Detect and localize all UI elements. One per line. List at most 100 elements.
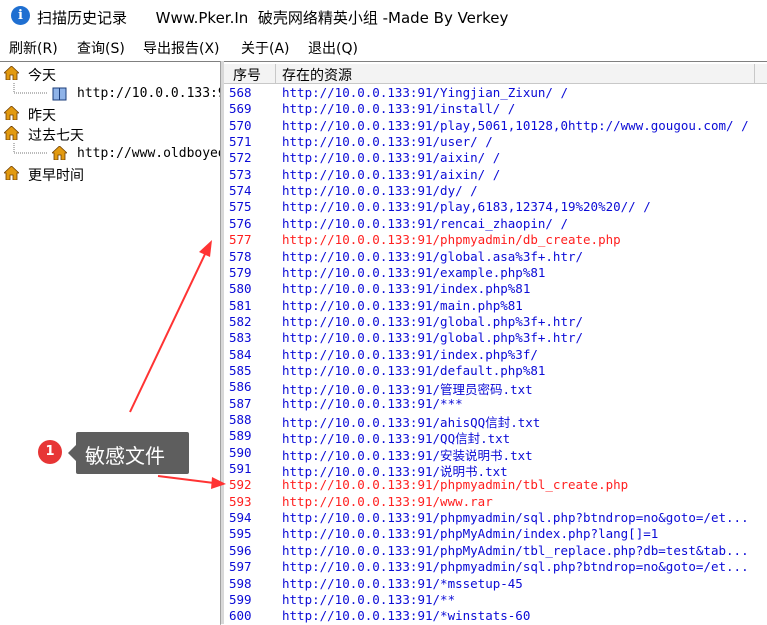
table-row[interactable]: 598 http://10.0.0.133:91/*mssetup-45 xyxy=(224,576,767,592)
house-icon xyxy=(4,66,19,80)
row-index: 587 xyxy=(229,395,252,411)
annotation-label: 敏感文件 xyxy=(85,444,165,468)
table-row[interactable]: 588 http://10.0.0.133:91/ahisQQ信封.txt xyxy=(224,412,767,430)
table-row[interactable]: 591 http://10.0.0.133:91/说明书.txt xyxy=(224,461,767,479)
table-row[interactable]: 584 http://10.0.0.133:91/index.php%3f/ xyxy=(224,347,767,363)
row-index: 572 xyxy=(229,150,252,166)
row-resource-url: http://10.0.0.133:91/index.php%81 xyxy=(282,281,531,297)
table-row[interactable]: 580 http://10.0.0.133:91/index.php%81 xyxy=(224,281,767,297)
house-icon xyxy=(4,106,19,120)
row-index: 600 xyxy=(229,608,252,624)
row-resource-url: http://10.0.0.133:91/global.php%3f+.htr/ xyxy=(282,330,584,346)
table-row[interactable]: 581 http://10.0.0.133:91/main.php%81 xyxy=(224,298,767,314)
title-bar: i 扫描历史记录 Www.Pker.In 破壳网络精英小组 -Made By V… xyxy=(0,0,767,33)
row-index: 581 xyxy=(229,297,252,313)
row-index: 579 xyxy=(229,264,252,280)
table-row[interactable]: 589 http://10.0.0.133:91/QQ信封.txt xyxy=(224,428,767,446)
column-divider[interactable] xyxy=(275,64,276,83)
row-index: 569 xyxy=(229,101,252,117)
table-row[interactable]: 568 http://10.0.0.133:91/Yingjian_Zixun/ … xyxy=(224,85,767,101)
row-index: 599 xyxy=(229,591,252,607)
menu-export-report[interactable]: 导出报告(X) xyxy=(143,38,220,58)
row-resource-url: http://10.0.0.133:91/dy/ / xyxy=(282,183,478,199)
table-row[interactable]: 590 http://10.0.0.133:91/安装说明书.txt xyxy=(224,444,767,463)
row-index: 580 xyxy=(229,281,252,297)
tree-label-today: 今天 xyxy=(28,68,56,84)
table-row[interactable]: 569 http://10.0.0.133:91/install/ / xyxy=(224,101,767,117)
menu-refresh[interactable]: 刷新(R) xyxy=(9,38,58,58)
row-resource-url: http://10.0.0.133:91/install/ / xyxy=(282,101,516,117)
table-row[interactable]: 579 http://10.0.0.133:91/example.php%81 xyxy=(224,265,767,281)
row-resource-url: http://10.0.0.133:91/aixin/ / xyxy=(282,166,501,182)
row-index: 582 xyxy=(229,313,252,329)
column-divider[interactable] xyxy=(754,64,755,83)
table-row[interactable]: 570 http://10.0.0.133:91/play,5061,10128,… xyxy=(224,118,767,134)
table-row[interactable]: 596 http://10.0.0.133:91/phpMyAdmin/tbl_r… xyxy=(224,543,767,559)
row-resource-url: http://10.0.0.133:91/index.php%3f/ xyxy=(282,346,538,362)
table-row[interactable]: 578 http://10.0.0.133:91/global.asa%3f+.h… xyxy=(224,249,767,265)
row-index: 591 xyxy=(229,461,252,477)
menu-query[interactable]: 查询(S) xyxy=(77,38,125,58)
row-resource-url: http://10.0.0.133:91/main.php%81 xyxy=(282,297,523,313)
row-index: 576 xyxy=(229,215,252,231)
tree-label-seven-url: http://www.oldboyed xyxy=(77,146,221,161)
row-resource-url: http://10.0.0.133:91/rencai_zhaopin/ / xyxy=(282,215,568,231)
table-row[interactable]: 573 http://10.0.0.133:91/aixin/ / xyxy=(224,167,767,183)
row-resource-url: http://10.0.0.133:91/*mssetup-45 xyxy=(282,575,523,591)
row-index: 577 xyxy=(229,232,252,248)
info-icon: i xyxy=(11,6,30,25)
table-row[interactable]: 571 http://10.0.0.133:91/user/ / xyxy=(224,134,767,150)
row-index: 571 xyxy=(229,134,252,150)
column-header-index[interactable]: 序号 xyxy=(233,65,261,85)
table-row[interactable]: 576 http://10.0.0.133:91/rencai_zhaopin/ … xyxy=(224,216,767,232)
row-resource-url: http://10.0.0.133:91/** xyxy=(282,591,456,607)
table-row[interactable]: 586 http://10.0.0.133:91/管理员密码.txt xyxy=(224,379,767,397)
table-row[interactable]: 572 http://10.0.0.133:91/aixin/ / xyxy=(224,150,767,166)
table-row[interactable]: 593 http://10.0.0.133:91/www.rar xyxy=(224,494,767,510)
row-index: 570 xyxy=(229,117,252,133)
window-title: 扫描历史记录 Www.Pker.In 破壳网络精英小组 -Made By Ver… xyxy=(37,9,509,27)
table-row[interactable]: 574 http://10.0.0.133:91/dy/ / xyxy=(224,183,767,199)
row-index: 588 xyxy=(229,412,252,427)
table-row[interactable]: 575 http://10.0.0.133:91/play,6183,12374,… xyxy=(224,199,767,215)
table-row[interactable]: 587 http://10.0.0.133:91/*** xyxy=(224,396,767,412)
row-index: 573 xyxy=(229,166,252,182)
row-index: 586 xyxy=(229,379,252,395)
row-index: 583 xyxy=(229,330,252,346)
house-icon xyxy=(4,126,19,140)
menu-bar: 刷新(R) 查询(S) 导出报告(X) 关于(A) 退出(Q) xyxy=(0,33,767,61)
row-resource-url: http://10.0.0.133:91/aixin/ / xyxy=(282,150,501,166)
row-resource-url: http://10.0.0.133:91/*winstats-60 xyxy=(282,608,531,624)
table-row[interactable]: 585 http://10.0.0.133:91/default.php%81 xyxy=(224,363,767,379)
row-index: 574 xyxy=(229,183,252,199)
row-index: 589 xyxy=(229,428,252,444)
row-index: 596 xyxy=(229,542,252,558)
table-row[interactable]: 577 http://10.0.0.133:91/phpmyadmin/db_cr… xyxy=(224,232,767,248)
resource-list[interactable]: 序号 存在的资源 568 http://10.0.0.133:91/Yingjia… xyxy=(224,61,767,625)
table-row[interactable]: 582 http://10.0.0.133:91/global.php%3f+.h… xyxy=(224,314,767,330)
table-row[interactable]: 592 http://10.0.0.133:91/phpmyadmin/tbl_c… xyxy=(224,477,767,493)
table-row[interactable]: 600 http://10.0.0.133:91/*winstats-60 xyxy=(224,608,767,624)
row-index: 592 xyxy=(229,477,252,493)
tree-label-last-seven-days: 过去七天 xyxy=(28,128,84,144)
row-resource-url: http://10.0.0.133:91/Yingjian_Zixun/ / xyxy=(282,85,568,100)
history-tree[interactable]: 今天 http://10.0.0.133:9 昨天 过去七天 http://ww… xyxy=(0,61,221,625)
menu-exit[interactable]: 退出(Q) xyxy=(308,38,358,58)
table-row[interactable]: 595 http://10.0.0.133:91/phpMyAdmin/index… xyxy=(224,526,767,542)
table-row[interactable]: 594 http://10.0.0.133:91/phpmyadmin/sql.p… xyxy=(224,510,767,526)
row-index: 578 xyxy=(229,248,252,264)
table-row[interactable]: 583 http://10.0.0.133:91/global.php%3f+.h… xyxy=(224,330,767,346)
table-row[interactable]: 599 http://10.0.0.133:91/** xyxy=(224,592,767,608)
column-header-resource[interactable]: 存在的资源 xyxy=(282,65,352,85)
row-resource-url: http://10.0.0.133:91/phpMyAdmin/index.ph… xyxy=(282,526,659,542)
menu-about[interactable]: 关于(A) xyxy=(241,38,290,58)
row-index: 595 xyxy=(229,526,252,542)
list-header: 序号 存在的资源 xyxy=(224,64,767,84)
row-resource-url: http://10.0.0.133:91/phpmyadmin/sql.php?… xyxy=(282,510,749,526)
row-resource-url: http://10.0.0.133:91/phpMyAdmin/tbl_repl… xyxy=(282,542,749,558)
annotation-callout: 敏感文件 xyxy=(68,432,189,474)
row-index: 575 xyxy=(229,199,252,215)
row-index: 590 xyxy=(229,444,252,460)
table-row[interactable]: 597 http://10.0.0.133:91/phpmyadmin/sql.p… xyxy=(224,559,767,575)
row-resource-url: http://10.0.0.133:91/play,6183,12374,19%… xyxy=(282,199,651,215)
